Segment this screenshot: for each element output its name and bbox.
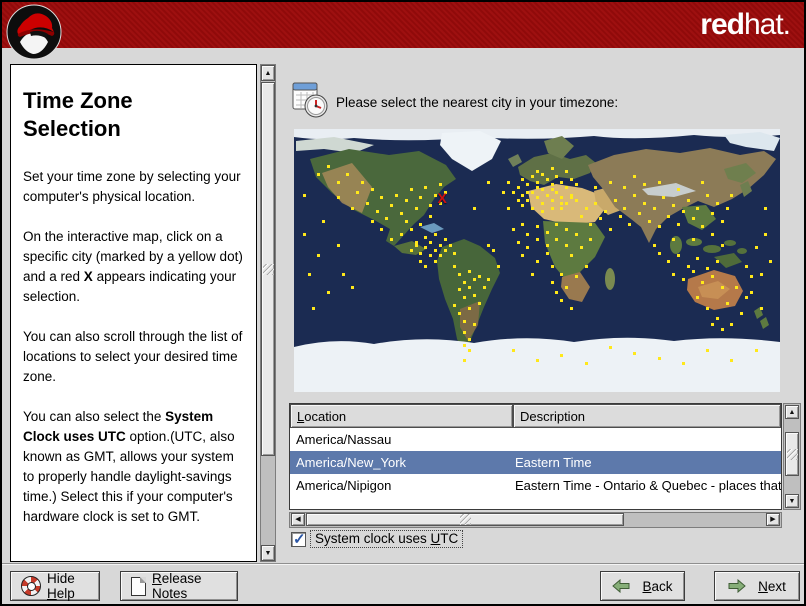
table-vscrollbar-thumb[interactable] <box>785 432 799 476</box>
table-row[interactable]: America/New_York Eastern Time <box>290 451 781 474</box>
description-label: Description <box>520 408 586 424</box>
scroll-right-icon[interactable]: ▶ <box>766 513 780 526</box>
release-notes-button[interactable]: Release Notes <box>120 571 238 601</box>
world-map[interactable]: X <box>294 129 780 392</box>
utc-checkbox-row: ✓ System clock uses UTC <box>291 530 464 548</box>
help-paragraph-4: You can also select the System Clock use… <box>23 407 244 527</box>
brand-light: hat. <box>743 8 791 41</box>
table-horizontal-scrollbar[interactable]: ◀ ▶ <box>289 512 782 528</box>
installer-window: redhat. Time Zone Selection Set your tim… <box>0 0 806 606</box>
scroll-up-icon[interactable]: ▲ <box>261 65 275 81</box>
header-bar: redhat. <box>2 2 804 48</box>
back-post: ack <box>651 578 673 594</box>
brand-bold: red <box>700 8 745 41</box>
row-description: Eastern Time - Ontario & Quebec - places… <box>515 478 781 493</box>
calendar-clock-icon <box>290 80 330 120</box>
next-mnemonic: N <box>758 578 768 594</box>
utc-label-pre: System clock uses <box>315 531 431 546</box>
timezone-table: Location Description America/Nassau Amer… <box>289 403 782 510</box>
next-post: ext <box>767 578 786 594</box>
help-paragraph-1: Set your time zone by selecting your com… <box>23 169 241 204</box>
row-location: America/New_York <box>296 455 407 470</box>
help-scrollbar-thumb[interactable] <box>261 82 275 456</box>
timezone-table-header: Location Description <box>290 404 781 428</box>
utc-label-post: TC <box>440 531 459 546</box>
redhat-wordmark: redhat. <box>700 8 791 42</box>
back-mnemonic: B <box>642 578 652 594</box>
column-header-location[interactable]: Location <box>290 404 513 428</box>
help-panel: Time Zone Selection Set your time zone b… <box>10 64 257 562</box>
footer-separator <box>2 563 804 565</box>
scroll-up-icon[interactable]: ▲ <box>785 405 799 419</box>
help-p4-text: You can also select the <box>23 409 166 424</box>
selected-city-marker: X <box>437 190 447 207</box>
arrow-left-icon <box>612 579 630 593</box>
document-icon <box>131 576 146 596</box>
utc-checkbox-label[interactable]: System clock uses UTC <box>310 530 464 548</box>
table-row[interactable]: America/Nipigon Eastern Time - Ontario &… <box>290 474 781 497</box>
row-location: America/Nassau <box>296 432 392 447</box>
table-row[interactable]: America/Nassau <box>290 428 781 451</box>
row-description <box>513 428 781 451</box>
row-location: America/Nipigon <box>296 478 392 493</box>
hide-help-mnemonic: H <box>47 586 57 601</box>
redhat-shadowman-logo-icon <box>6 4 62 60</box>
help-p2-bold: X <box>83 269 93 284</box>
help-title: Time Zone Selection <box>23 88 133 141</box>
hide-help-pre: Hide <box>47 571 75 586</box>
help-scrollbar[interactable]: ▲ ▼ <box>260 64 276 562</box>
location-rest: ocation <box>304 408 347 424</box>
life-preserver-icon <box>21 576 41 596</box>
scroll-down-icon[interactable]: ▼ <box>261 545 275 561</box>
row-description: Eastern Time <box>515 455 592 470</box>
column-header-description[interactable]: Description <box>513 404 781 428</box>
help-paragraph-3: You can also scroll through the list of … <box>23 329 243 384</box>
release-notes-mnemonic: R <box>152 571 162 586</box>
table-hscrollbar-thumb[interactable] <box>306 513 624 526</box>
back-button[interactable]: Back <box>600 571 685 601</box>
utc-checkbox[interactable]: ✓ <box>291 530 306 548</box>
table-vertical-scrollbar[interactable]: ▲ ▼ <box>783 403 801 510</box>
help-paragraph-2: On the interactive map, click on a speci… <box>23 227 244 307</box>
arrow-right-icon <box>728 579 746 593</box>
next-button[interactable]: Next <box>714 571 800 601</box>
checkmark-icon: ✓ <box>293 530 306 548</box>
world-map-dots[interactable] <box>294 129 780 392</box>
hide-help-post: elp <box>56 586 75 601</box>
hide-help-button[interactable]: Hide Help <box>10 571 100 601</box>
scroll-left-icon[interactable]: ◀ <box>291 513 305 526</box>
scroll-down-icon[interactable]: ▼ <box>785 494 799 508</box>
utc-label-mnemonic: U <box>430 531 441 546</box>
prompt-text: Please select the nearest city in your t… <box>336 95 619 110</box>
